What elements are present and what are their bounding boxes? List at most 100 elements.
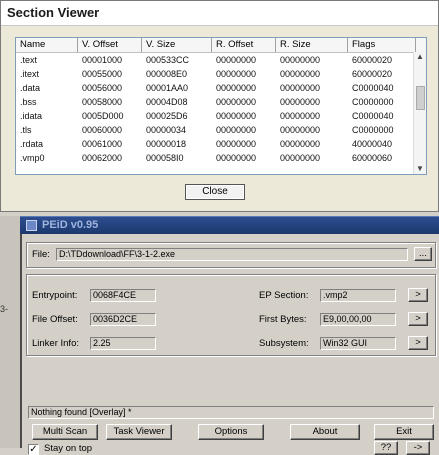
cell-name: .tls [20, 125, 32, 135]
scroll-up-icon[interactable]: ▲ [414, 52, 426, 62]
stay-on-top-label: Stay on top [44, 443, 93, 454]
linker-info-field[interactable]: 2.25 [90, 337, 156, 350]
peid-body: File: D:\TDdownload\FF\3-1-2.exe ... Ent… [20, 234, 439, 455]
stay-on-top-checkbox[interactable]: ✓ [28, 444, 39, 455]
cell-v-size: 000008E0 [146, 69, 188, 79]
cell-v-offset: 0005D000 [82, 111, 124, 121]
cell-flags: C0000000 [352, 97, 394, 107]
file-path-field[interactable]: D:\TDdownload\FF\3-1-2.exe [56, 248, 408, 261]
cell-r-offset: 00000000 [216, 69, 257, 79]
scan-result-field[interactable]: Nothing found [Overlay] * [28, 406, 434, 419]
ep-section-field[interactable]: .vmp2 [320, 289, 396, 302]
scrollbar-thumb[interactable] [416, 86, 425, 110]
cell-v-size: 000533CC [146, 55, 190, 65]
peid-title: PEiD v0.95 [42, 219, 99, 231]
section-table-header: Name V. Offset V. Size R. Offset R. Size… [16, 38, 426, 53]
column-header-name[interactable]: Name [16, 38, 78, 52]
cell-v-offset: 00061000 [82, 139, 123, 149]
exit-button[interactable]: Exit [374, 424, 434, 440]
help-button[interactable]: ?? [374, 441, 398, 455]
cell-r-size: 00000000 [280, 139, 321, 149]
table-row[interactable]: .idata 0005D000 000025D6 00000000 00000000 C0… [16, 110, 416, 122]
cell-v-size: 00004D08 [146, 97, 188, 107]
multi-scan-button[interactable]: Multi Scan [32, 424, 98, 440]
cell-v-offset: 00060000 [82, 125, 123, 135]
cell-v-offset: 00058000 [82, 97, 123, 107]
browse-button[interactable]: ... [414, 247, 432, 261]
cell-r-size: 00000000 [280, 97, 321, 107]
more-options-button[interactable]: -> [406, 441, 430, 455]
cell-r-size: 00000000 [280, 55, 321, 65]
ep-section-details-button[interactable]: > [408, 288, 428, 302]
subsystem-field[interactable]: Win32 GUI [320, 337, 396, 350]
cell-r-size: 00000000 [280, 125, 321, 135]
peid-window: 3- PEiD v0.95 File: D:\TDdownload\FF\3-1… [0, 216, 439, 455]
column-header-r-offset[interactable]: R. Offset [212, 38, 276, 52]
cell-flags: C0000000 [352, 125, 394, 135]
cell-v-offset: 00056000 [82, 83, 123, 93]
file-offset-label: File Offset: [32, 314, 78, 325]
table-row[interactable]: .rdata 00061000 00000018 00000000 00000000 40… [16, 138, 416, 150]
cell-name: .text [20, 55, 38, 65]
table-row[interactable]: .tls 00060000 00000034 00000000 00000000 C000… [16, 124, 416, 136]
check-mark-icon: ✓ [29, 444, 38, 455]
cell-v-offset: 00001000 [82, 55, 123, 65]
first-bytes-field[interactable]: E9,00,00,00 [320, 313, 396, 326]
column-header-v-size[interactable]: V. Size [142, 38, 212, 52]
cell-r-size: 00000000 [280, 83, 321, 93]
cell-flags: 60000020 [352, 69, 393, 79]
table-row[interactable]: .vmp0 00062000 000058I0 00000000 00000000 600… [16, 152, 416, 164]
table-row[interactable]: .text 00001000 000533CC 00000000 00000000 600… [16, 54, 416, 66]
cell-r-offset: 00000000 [216, 139, 257, 149]
cell-v-size: 00001AA0 [146, 83, 189, 93]
cell-name: .idata [20, 111, 43, 121]
cell-name: .itext [20, 69, 40, 79]
section-viewer-window: Section Viewer Name V. Offset V. Size R.… [0, 0, 439, 212]
section-viewer-titlebar[interactable]: Section Viewer [1, 1, 438, 26]
section-viewer-title: Section Viewer [7, 5, 100, 20]
cell-r-offset: 00000000 [216, 97, 257, 107]
cell-r-offset: 00000000 [216, 111, 257, 121]
first-bytes-details-button[interactable]: > [408, 312, 428, 326]
entrypoint-field[interactable]: 0068F4CE [90, 289, 156, 302]
cell-v-size: 00000018 [146, 139, 187, 149]
cell-name: .bss [20, 97, 37, 107]
file-offset-field[interactable]: 0036D2CE [90, 313, 156, 326]
section-table-scrollbar[interactable]: ▲ ▼ [413, 52, 426, 174]
table-row[interactable]: .bss 00058000 00004D08 00000000 00000000 C000… [16, 96, 416, 108]
subsystem-label: Subsystem: [259, 338, 309, 349]
cell-r-size: 00000000 [280, 69, 321, 79]
linker-info-label: Linker Info: [32, 338, 79, 349]
cell-flags: 40000040 [352, 139, 393, 149]
cell-flags: 60000020 [352, 55, 393, 65]
about-button[interactable]: About [290, 424, 360, 440]
cell-r-offset: 00000000 [216, 55, 257, 65]
cell-v-size: 000058I0 [146, 153, 184, 163]
close-button[interactable]: Close [185, 184, 245, 200]
peid-titlebar[interactable]: PEiD v0.95 [20, 216, 439, 235]
cell-r-size: 00000000 [280, 153, 321, 163]
cell-flags: C0000040 [352, 83, 394, 93]
options-button[interactable]: Options [198, 424, 264, 440]
cell-r-size: 00000000 [280, 111, 321, 121]
cell-r-offset: 00000000 [216, 83, 257, 93]
edge-mark: 3- [0, 304, 9, 314]
table-row[interactable]: .data 00056000 00001AA0 00000000 00000000 C00… [16, 82, 416, 94]
cell-v-size: 000025D6 [146, 111, 188, 121]
ep-section-label: EP Section: [259, 290, 309, 301]
column-header-v-offset[interactable]: V. Offset [78, 38, 142, 52]
task-viewer-button[interactable]: Task Viewer [106, 424, 172, 440]
subsystem-details-button[interactable]: > [408, 336, 428, 350]
cell-r-offset: 00000000 [216, 153, 257, 163]
scroll-down-icon[interactable]: ▼ [414, 164, 426, 174]
background-window-edge: 3- [0, 216, 20, 448]
file-label: File: [32, 249, 50, 260]
cell-v-offset: 00055000 [82, 69, 123, 79]
column-header-flags[interactable]: Flags [348, 38, 416, 52]
column-header-r-size[interactable]: R. Size [276, 38, 348, 52]
cell-name: .data [20, 83, 41, 93]
section-table[interactable]: Name V. Offset V. Size R. Offset R. Size… [15, 37, 427, 175]
table-row[interactable]: .itext 00055000 000008E0 00000000 00000000 60… [16, 68, 416, 80]
cell-name: .vmp0 [20, 153, 45, 163]
first-bytes-label: First Bytes: [259, 314, 307, 325]
